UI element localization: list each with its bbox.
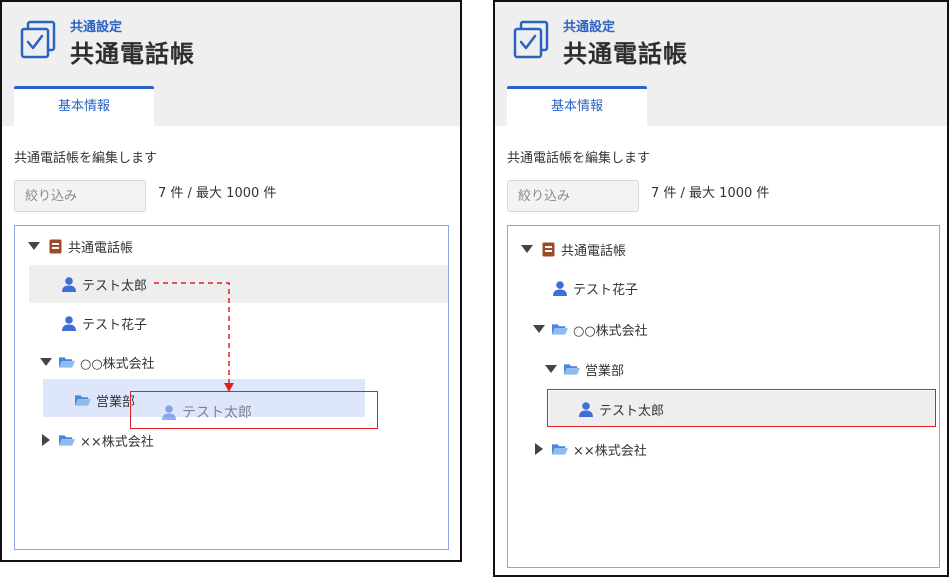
tab-basic-info[interactable]: 基本情報: [507, 86, 647, 126]
filter-input[interactable]: [507, 180, 639, 212]
tree-node-group[interactable]: 営業部: [544, 358, 624, 380]
triangle-down-icon[interactable]: [544, 362, 558, 376]
drop-highlight-box: [130, 391, 378, 429]
tree-node-group[interactable]: ○○株式会社: [532, 318, 648, 340]
tree-node-label: ○○株式会社: [573, 323, 648, 339]
tree-node-label: 共通電話帳: [561, 243, 627, 259]
page-title: 共通電話帳: [563, 40, 688, 68]
triangle-down-icon[interactable]: [532, 322, 546, 336]
folder-icon: [552, 321, 568, 337]
before-panel: 共通設定 共通電話帳 基本情報 共通電話帳を編集します 7 件 / 最大 100…: [0, 0, 462, 562]
phonebook-icon: [540, 241, 556, 257]
person-icon: [552, 280, 568, 296]
tree-node-group[interactable]: ××株式会社: [532, 438, 647, 460]
tree-node-contact[interactable]: テスト花子: [552, 277, 638, 299]
triangle-right-icon[interactable]: [532, 442, 546, 456]
folder-icon: [564, 361, 580, 377]
folder-icon: [552, 441, 568, 457]
drag-arrow: [154, 282, 234, 392]
tree-node-label: ××株式会社: [573, 443, 647, 459]
tree-node-root[interactable]: 共通電話帳: [520, 238, 626, 260]
tree-node-label: テスト花子: [573, 282, 639, 298]
triangle-down-icon[interactable]: [520, 242, 534, 256]
moved-highlight-box: [547, 389, 936, 427]
tree-node-label: 営業部: [585, 363, 625, 379]
page-description: 共通電話帳を編集します: [507, 151, 651, 166]
page-header: 共通設定 共通電話帳 基本情報: [495, 2, 947, 126]
after-panel: 共通設定 共通電話帳 基本情報 共通電話帳を編集します 7 件 / 最大 100…: [493, 0, 949, 577]
checkbox-icon: [513, 20, 551, 62]
app-subtitle: 共通設定: [563, 20, 616, 35]
record-count: 7 件 / 最大 1000 件: [651, 186, 770, 201]
